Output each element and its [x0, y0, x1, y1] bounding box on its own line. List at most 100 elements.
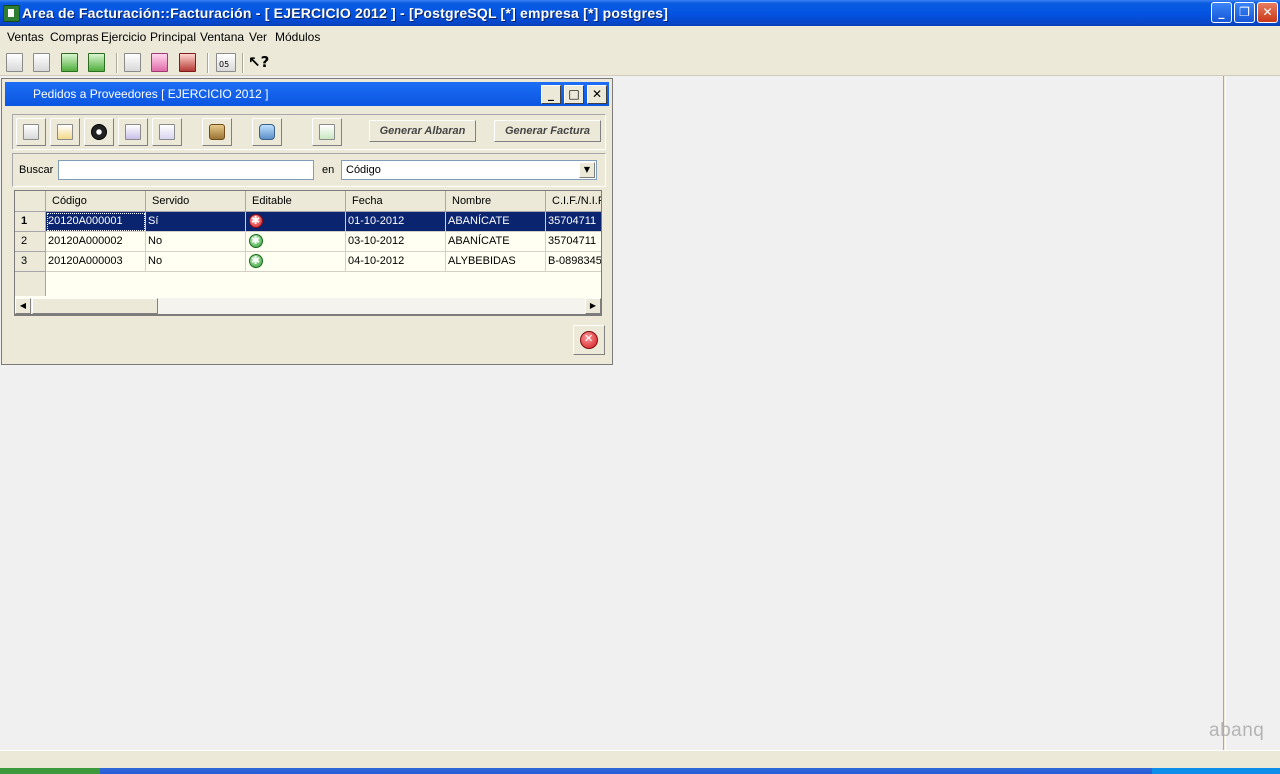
scroll-right-icon[interactable]: ▶: [585, 298, 601, 314]
restore-button[interactable]: ❐: [1234, 2, 1255, 23]
view-icon: [125, 124, 141, 140]
cell-fecha[interactable]: 03-10-2012: [346, 232, 446, 252]
editable-icon: [249, 232, 263, 251]
lock-icon: [209, 124, 225, 140]
row-number[interactable]: 2: [15, 232, 46, 252]
watermark: abanq: [1209, 720, 1265, 741]
menu-ventas[interactable]: Ventas: [7, 30, 44, 44]
cell-nombre[interactable]: ABANÍCATE: [446, 212, 546, 232]
menu-modulos[interactable]: Módulos: [275, 30, 320, 44]
new-doc-icon: [23, 124, 39, 140]
column-header-editable[interactable]: Editable: [246, 191, 346, 212]
system-tray: [1152, 768, 1280, 774]
cell-servido[interactable]: No: [146, 232, 246, 252]
close-button[interactable]: ✕: [1257, 2, 1278, 23]
blank-doc-icon[interactable]: [33, 53, 50, 72]
cell-codigo[interactable]: 20120A000002: [46, 232, 146, 252]
window-title: Area de Facturación::Facturación - [ EJE…: [22, 5, 669, 21]
cell-cif[interactable]: 35704711: [546, 232, 601, 252]
scroll-thumb[interactable]: [32, 298, 158, 314]
cell-codigo[interactable]: 20120A000001: [46, 212, 146, 232]
copy-icon: [159, 124, 175, 140]
row-number[interactable]: 1: [15, 212, 46, 232]
menu-ver[interactable]: Ver: [249, 30, 267, 44]
cell-fecha[interactable]: 04-10-2012: [346, 252, 446, 272]
main-toolbar: 05 ↖?: [0, 48, 1280, 76]
search-label: Buscar: [19, 164, 54, 176]
start-button[interactable]: [0, 768, 100, 774]
red-tools-icon[interactable]: [179, 53, 196, 72]
menu-principal[interactable]: Principal: [150, 30, 196, 44]
edit-doc-icon[interactable]: [6, 53, 23, 72]
edit-record-button[interactable]: [50, 118, 80, 146]
horizontal-scrollbar[interactable]: ◀ ▶: [14, 298, 602, 315]
export-doc-button[interactable]: [312, 118, 342, 146]
search-field-value: Código: [346, 164, 381, 176]
pink-box-icon[interactable]: [151, 53, 168, 72]
main-title-bar[interactable]: Area de Facturación::Facturación - [ EJE…: [0, 0, 1280, 26]
taskbar: [0, 768, 1280, 774]
child-title-bar[interactable]: Pedidos a Proveedores [ EJERCICIO 2012 ]…: [5, 82, 609, 106]
cell-cif[interactable]: 35704711: [546, 212, 601, 232]
export-icon[interactable]: [88, 53, 105, 72]
delete-icon: [91, 124, 107, 140]
column-header-servido[interactable]: Servido: [146, 191, 246, 212]
row-number[interactable]: 3: [15, 252, 46, 272]
search-field-select[interactable]: Código ▼: [341, 160, 597, 180]
child-maximize-button[interactable]: □: [564, 85, 584, 104]
search-field-label: en: [322, 164, 335, 176]
pedidos-window: Pedidos a Proveedores [ EJERCICIO 2012 ]…: [1, 78, 613, 365]
scroll-left-icon[interactable]: ◀: [15, 298, 31, 314]
whats-this-icon[interactable]: ↖?: [248, 53, 269, 72]
generar-albaran-button[interactable]: Generar Albaran: [369, 120, 476, 142]
edit-icon: [57, 124, 73, 140]
green-box-icon[interactable]: [61, 53, 78, 72]
close-form-button[interactable]: [573, 325, 605, 355]
cell-editable[interactable]: [246, 232, 346, 252]
cell-servido[interactable]: Sí: [146, 212, 246, 232]
editable-icon: [249, 252, 263, 271]
row-header-filler: [15, 272, 46, 296]
print-button[interactable]: [252, 118, 282, 146]
column-header-codigo[interactable]: Código: [46, 191, 146, 212]
page-icon[interactable]: [124, 53, 141, 72]
toolbar-separator: [116, 53, 118, 73]
minimize-button[interactable]: _: [1211, 2, 1232, 23]
generar-factura-button[interactable]: Generar Factura: [494, 120, 601, 142]
copy-record-button[interactable]: [152, 118, 182, 146]
status-bar: [0, 750, 1280, 769]
cell-nombre[interactable]: ALYBEBIDAS: [446, 252, 546, 272]
search-panel: Buscar en Código ▼: [12, 153, 606, 187]
printer-icon: [259, 124, 275, 140]
right-panel: [1225, 76, 1280, 750]
column-header-cif[interactable]: C.I.F./N.I.F.: [546, 191, 601, 212]
cell-fecha[interactable]: 01-10-2012: [346, 212, 446, 232]
cell-nombre[interactable]: ABANÍCATE: [446, 232, 546, 252]
action-buttons-panel: Generar Albaran Generar Factura: [12, 114, 606, 150]
toolbar-separator: [207, 53, 209, 73]
cell-codigo[interactable]: 20120A000003: [46, 252, 146, 272]
column-header-fecha[interactable]: Fecha: [346, 191, 446, 212]
menu-ejercicio[interactable]: Ejercicio: [101, 30, 146, 44]
calendar-icon[interactable]: 05: [216, 53, 236, 72]
view-record-button[interactable]: [118, 118, 148, 146]
lock-button[interactable]: [202, 118, 232, 146]
menu-compras[interactable]: Compras: [50, 30, 99, 44]
cell-editable[interactable]: [246, 252, 346, 272]
menu-ventana[interactable]: Ventana: [200, 30, 244, 44]
new-record-button[interactable]: [16, 118, 46, 146]
chevron-down-icon[interactable]: ▼: [579, 162, 595, 178]
app-icon[interactable]: [3, 5, 20, 22]
child-title: Pedidos a Proveedores [ EJERCICIO 2012 ]: [33, 87, 269, 101]
child-close-button[interactable]: ✕: [587, 85, 607, 104]
table-corner[interactable]: [15, 191, 46, 212]
delete-record-button[interactable]: [84, 118, 114, 146]
cell-cif[interactable]: B-0898345: [546, 252, 601, 272]
cell-servido[interactable]: No: [146, 252, 246, 272]
search-input[interactable]: [58, 160, 314, 180]
cell-editable[interactable]: [246, 212, 346, 232]
child-minimize-button[interactable]: _: [541, 85, 561, 104]
column-header-nombre[interactable]: Nombre: [446, 191, 546, 212]
close-circle-icon: [580, 331, 598, 349]
calendar-badge: 05: [219, 60, 230, 69]
